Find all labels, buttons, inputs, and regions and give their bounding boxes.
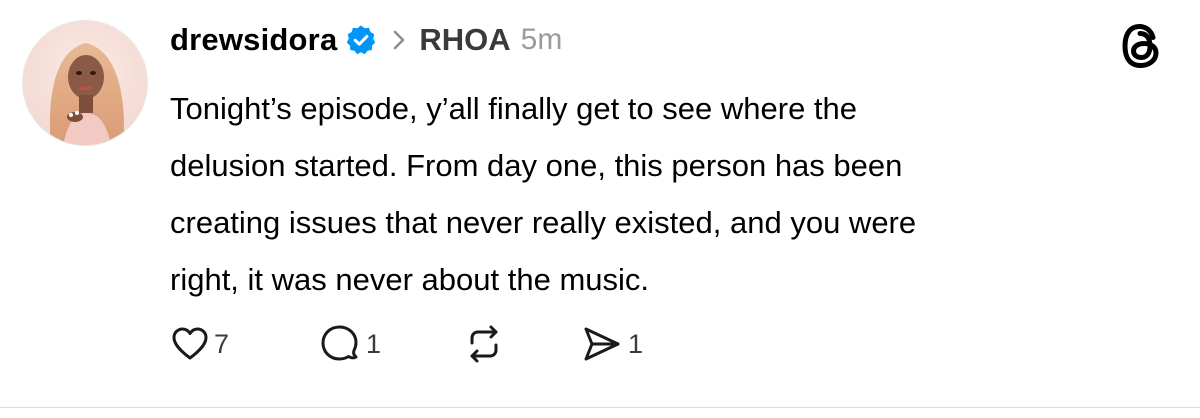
verified-badge-icon xyxy=(345,24,377,56)
post-text-line: delusion started. From day one, this per… xyxy=(170,148,903,183)
thread-post: drewsidora RHOA 5m Tonight’s episode, y’… xyxy=(0,0,1200,418)
repost-button[interactable] xyxy=(462,323,580,365)
community-link[interactable]: RHOA xyxy=(419,22,510,58)
post-body: Tonight’s episode, y’all finally get to … xyxy=(170,80,1130,308)
post-text-line: Tonight’s episode, y’all finally get to … xyxy=(170,91,858,126)
username[interactable]: drewsidora xyxy=(170,22,337,58)
post-actions: 7 1 1 xyxy=(170,320,643,368)
chevron-right-icon xyxy=(391,28,407,52)
reply-count: 1 xyxy=(366,328,382,359)
post-header: drewsidora RHOA 5m xyxy=(170,18,562,62)
reply-button[interactable]: 1 xyxy=(318,323,462,365)
post-text-line: right, it was never about the music. xyxy=(170,262,650,297)
avatar[interactable] xyxy=(22,20,148,146)
divider xyxy=(0,407,1200,408)
like-button[interactable]: 7 xyxy=(170,324,260,364)
send-icon xyxy=(584,327,620,361)
share-button[interactable]: 1 xyxy=(580,324,643,364)
comment-bubble-icon xyxy=(321,325,358,361)
share-count: 1 xyxy=(628,328,644,359)
repost-icon xyxy=(470,325,498,363)
post-text-line: creating issues that never really existe… xyxy=(170,205,917,240)
like-count: 7 xyxy=(214,328,230,359)
post-timestamp: 5m xyxy=(520,23,563,56)
heart-icon xyxy=(172,327,208,360)
threads-logo-icon[interactable] xyxy=(1118,20,1166,72)
